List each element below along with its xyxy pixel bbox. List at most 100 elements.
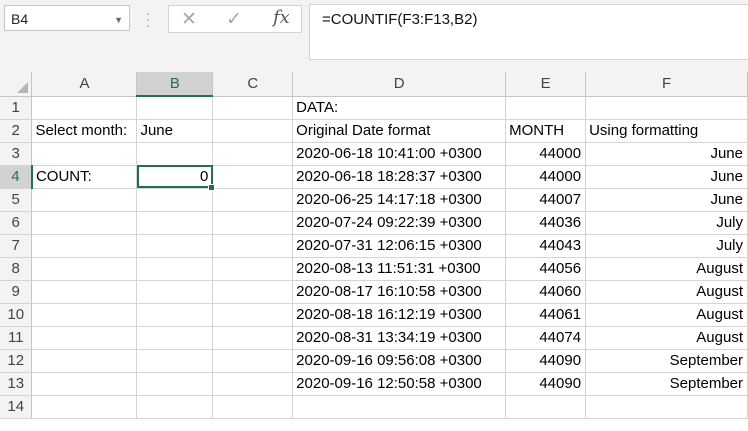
- cell-a7[interactable]: [31, 234, 138, 258]
- cell-c5[interactable]: [212, 188, 294, 212]
- cell-c6[interactable]: [212, 211, 294, 235]
- cell-f5[interactable]: June: [585, 188, 748, 212]
- cell-f13[interactable]: September: [585, 372, 748, 396]
- cell-d13[interactable]: 2020-09-16 12:50:58 +0300: [292, 372, 507, 396]
- row-header-7[interactable]: 7: [0, 234, 33, 258]
- cell-a2[interactable]: Select month:: [31, 119, 138, 143]
- cell-c13[interactable]: [212, 372, 294, 396]
- cell-b3[interactable]: [136, 142, 214, 166]
- cell-a14[interactable]: [31, 395, 138, 419]
- cell-e10[interactable]: 44061: [505, 303, 587, 327]
- cell-e5[interactable]: 44007: [505, 188, 587, 212]
- cell-a13[interactable]: [31, 372, 138, 396]
- cell-e12[interactable]: 44090: [505, 349, 587, 373]
- row-header-3[interactable]: 3: [0, 142, 33, 166]
- cell-b9[interactable]: [136, 280, 214, 304]
- cell-e1[interactable]: [505, 96, 587, 120]
- cell-a6[interactable]: [31, 211, 138, 235]
- cell-f8[interactable]: August: [585, 257, 748, 281]
- cell-c3[interactable]: [212, 142, 294, 166]
- cell-d14[interactable]: [292, 395, 507, 419]
- cell-b6[interactable]: [136, 211, 214, 235]
- cell-f9[interactable]: August: [585, 280, 748, 304]
- cell-b11[interactable]: [136, 326, 214, 350]
- cell-b14[interactable]: [136, 395, 214, 419]
- cell-d8[interactable]: 2020-08-13 11:51:31 +0300: [292, 257, 507, 281]
- column-header-e[interactable]: E: [505, 72, 587, 97]
- formula-input[interactable]: =COUNTIF(F3:F13,B2): [309, 4, 748, 60]
- cell-c4[interactable]: [212, 165, 294, 189]
- row-header-2[interactable]: 2: [0, 119, 33, 143]
- cell-a3[interactable]: [31, 142, 138, 166]
- cell-f3[interactable]: June: [585, 142, 748, 166]
- cell-d12[interactable]: 2020-09-16 09:56:08 +0300: [292, 349, 507, 373]
- cell-f4[interactable]: June: [585, 165, 748, 189]
- row-header-8[interactable]: 8: [0, 257, 33, 281]
- cell-b10[interactable]: [136, 303, 214, 327]
- row-header-9[interactable]: 9: [0, 280, 33, 304]
- cell-d7[interactable]: 2020-07-31 12:06:15 +0300: [292, 234, 507, 258]
- cell-d10[interactable]: 2020-08-18 16:12:19 +0300: [292, 303, 507, 327]
- cell-c9[interactable]: [212, 280, 294, 304]
- chevron-down-icon[interactable]: ▼: [114, 15, 123, 25]
- cell-b13[interactable]: [136, 372, 214, 396]
- cell-b12[interactable]: [136, 349, 214, 373]
- insert-function-icon[interactable]: fx: [273, 7, 290, 28]
- cell-e8[interactable]: 44056: [505, 257, 587, 281]
- row-header-5[interactable]: 5: [0, 188, 33, 212]
- cell-c1[interactable]: [212, 96, 294, 120]
- cell-d6[interactable]: 2020-07-24 09:22:39 +0300: [292, 211, 507, 235]
- name-box[interactable]: B4 ▼: [4, 5, 130, 31]
- cell-d1[interactable]: DATA:: [292, 96, 507, 120]
- cell-f6[interactable]: July: [585, 211, 748, 235]
- enter-icon[interactable]: ✓: [226, 8, 242, 31]
- cell-f2[interactable]: Using formatting: [585, 119, 748, 143]
- cell-e13[interactable]: 44090: [505, 372, 587, 396]
- drag-handle-icon[interactable]: · · ·: [146, 6, 151, 32]
- cell-b2[interactable]: June: [136, 119, 214, 143]
- column-header-b[interactable]: B: [136, 72, 214, 97]
- cell-d11[interactable]: 2020-08-31 13:34:19 +0300: [292, 326, 507, 350]
- cell-c8[interactable]: [212, 257, 294, 281]
- cell-f14[interactable]: [585, 395, 748, 419]
- cell-b8[interactable]: [136, 257, 214, 281]
- cell-f11[interactable]: August: [585, 326, 748, 350]
- cell-c10[interactable]: [212, 303, 294, 327]
- select-all-button[interactable]: [0, 72, 33, 97]
- row-header-6[interactable]: 6: [0, 211, 33, 235]
- cell-e6[interactable]: 44036: [505, 211, 587, 235]
- cell-e9[interactable]: 44060: [505, 280, 587, 304]
- cell-b1[interactable]: [136, 96, 214, 120]
- cell-c2[interactable]: [212, 119, 294, 143]
- cell-d2[interactable]: Original Date format: [292, 119, 507, 143]
- cell-c14[interactable]: [212, 395, 294, 419]
- fill-handle[interactable]: [208, 183, 216, 191]
- cell-a12[interactable]: [31, 349, 138, 373]
- cell-e2[interactable]: MONTH: [505, 119, 587, 143]
- cell-e11[interactable]: 44074: [505, 326, 587, 350]
- cell-a11[interactable]: [31, 326, 138, 350]
- cell-a4[interactable]: COUNT:: [31, 165, 138, 189]
- cell-f10[interactable]: August: [585, 303, 748, 327]
- cancel-icon[interactable]: ✕: [181, 8, 197, 31]
- cell-b7[interactable]: [136, 234, 214, 258]
- row-header-11[interactable]: 11: [0, 326, 33, 350]
- column-header-f[interactable]: F: [585, 72, 748, 97]
- cell-a9[interactable]: [31, 280, 138, 304]
- row-header-4[interactable]: 4: [0, 165, 33, 189]
- cell-d5[interactable]: 2020-06-25 14:17:18 +0300: [292, 188, 507, 212]
- column-header-d[interactable]: D: [292, 72, 507, 97]
- cell-c7[interactable]: [212, 234, 294, 258]
- row-header-12[interactable]: 12: [0, 349, 33, 373]
- column-header-a[interactable]: A: [31, 72, 138, 97]
- cell-e4[interactable]: 44000: [505, 165, 587, 189]
- cell-a1[interactable]: [31, 96, 138, 120]
- cell-a8[interactable]: [31, 257, 138, 281]
- cell-d3[interactable]: 2020-06-18 10:41:00 +0300: [292, 142, 507, 166]
- cell-d4[interactable]: 2020-06-18 18:28:37 +0300: [292, 165, 507, 189]
- column-header-c[interactable]: C: [212, 72, 294, 97]
- cell-e14[interactable]: [505, 395, 587, 419]
- row-header-14[interactable]: 14: [0, 395, 33, 419]
- cell-f1[interactable]: [585, 96, 748, 120]
- cell-c11[interactable]: [212, 326, 294, 350]
